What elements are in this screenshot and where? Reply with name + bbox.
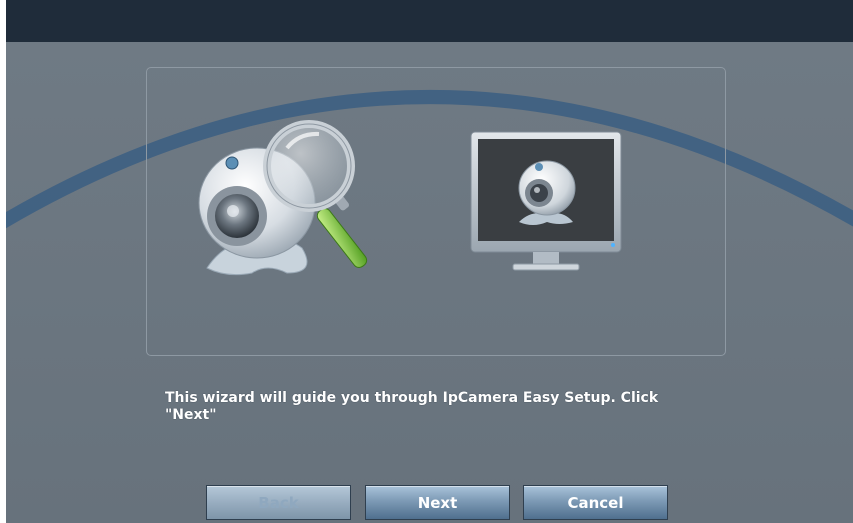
next-button[interactable]: Next <box>365 485 510 520</box>
wizard-content: This wizard will guide you through IpCam… <box>6 42 853 523</box>
setup-wizard-window: This wizard will guide you through IpCam… <box>6 0 853 523</box>
back-button[interactable]: Back <box>206 485 351 520</box>
illustration-panel <box>146 67 726 356</box>
cancel-button[interactable]: Cancel <box>523 485 668 520</box>
wizard-message: This wizard will guide you through IpCam… <box>165 390 685 424</box>
webcam-search-icon <box>198 120 368 276</box>
wizard-message-line2: "Next" <box>165 407 217 423</box>
monitor-webcam-icon <box>470 131 622 271</box>
title-bar <box>6 0 853 42</box>
wizard-message-line1: This wizard will guide you through IpCam… <box>165 390 659 406</box>
